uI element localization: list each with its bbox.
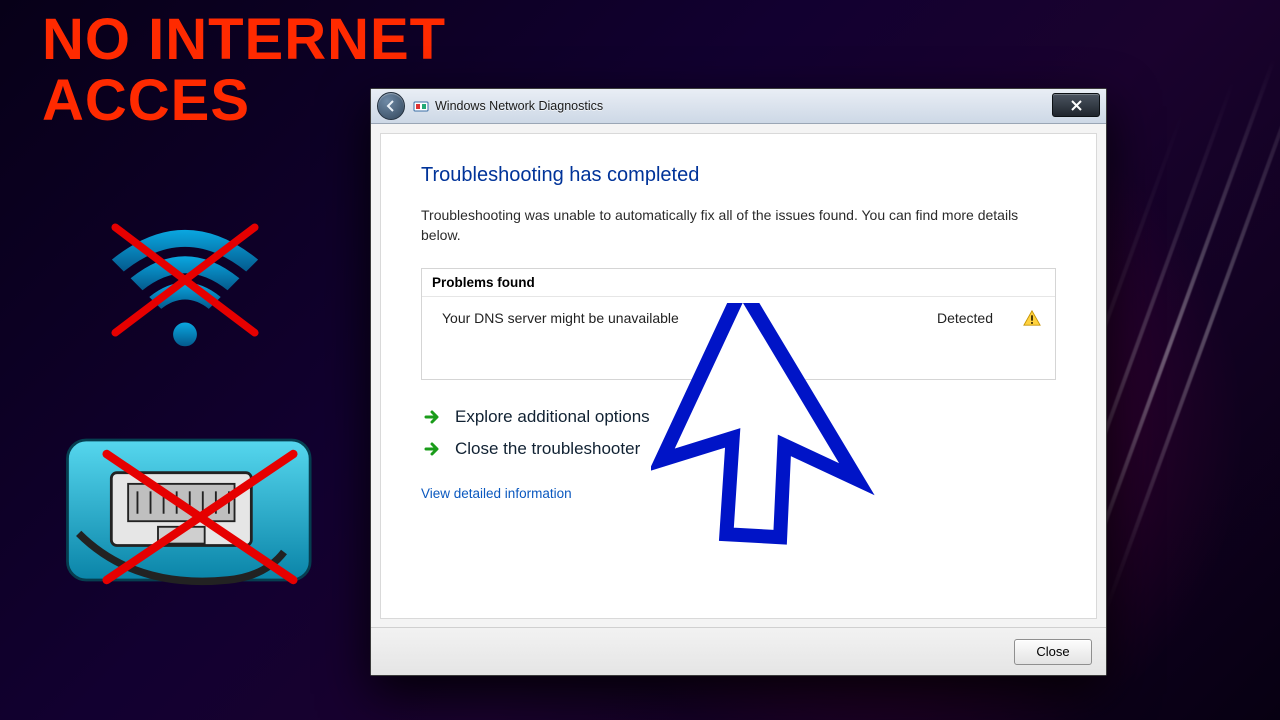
page-heading: Troubleshooting has completed [421,164,1056,187]
ethernet-crossed-icon [60,420,340,600]
close-button[interactable]: Close [1014,639,1092,665]
problem-row[interactable]: Your DNS server might be unavailable Det… [422,297,1055,379]
close-icon [1071,100,1082,111]
problems-box: Problems found Your DNS server might be … [421,268,1056,380]
back-button[interactable] [377,92,405,120]
titlebar[interactable]: Windows Network Diagnostics [371,89,1106,124]
wifi-crossed-icon [100,210,270,350]
dialog-body: Troubleshooting has completed Troublesho… [380,133,1097,619]
arrow-right-icon [421,438,443,460]
explore-options-link[interactable]: Explore additional options [421,406,1056,428]
close-troubleshooter-link[interactable]: Close the troubleshooter [421,438,1056,460]
page-subtext: Troubleshooting was unable to automatica… [421,205,1056,246]
window-close-button[interactable] [1052,93,1100,117]
problem-description: Your DNS server might be unavailable [442,310,937,326]
close-troubleshooter-label: Close the troubleshooter [455,439,640,459]
options-list: Explore additional options Close the tro… [421,406,1056,460]
view-detailed-link[interactable]: View detailed information [421,486,1056,501]
explore-options-label: Explore additional options [455,407,650,427]
diagnostics-icon [413,98,429,114]
arrow-right-icon [421,406,443,428]
dialog-footer: Close [371,627,1106,675]
headline-line1: NO INTERNET [42,10,446,71]
warning-icon [1023,309,1041,327]
window-title: Windows Network Diagnostics [435,99,603,113]
problem-status: Detected [937,310,993,326]
troubleshooter-dialog: Windows Network Diagnostics Troubleshoot… [370,88,1107,676]
problems-header: Problems found [422,269,1055,297]
